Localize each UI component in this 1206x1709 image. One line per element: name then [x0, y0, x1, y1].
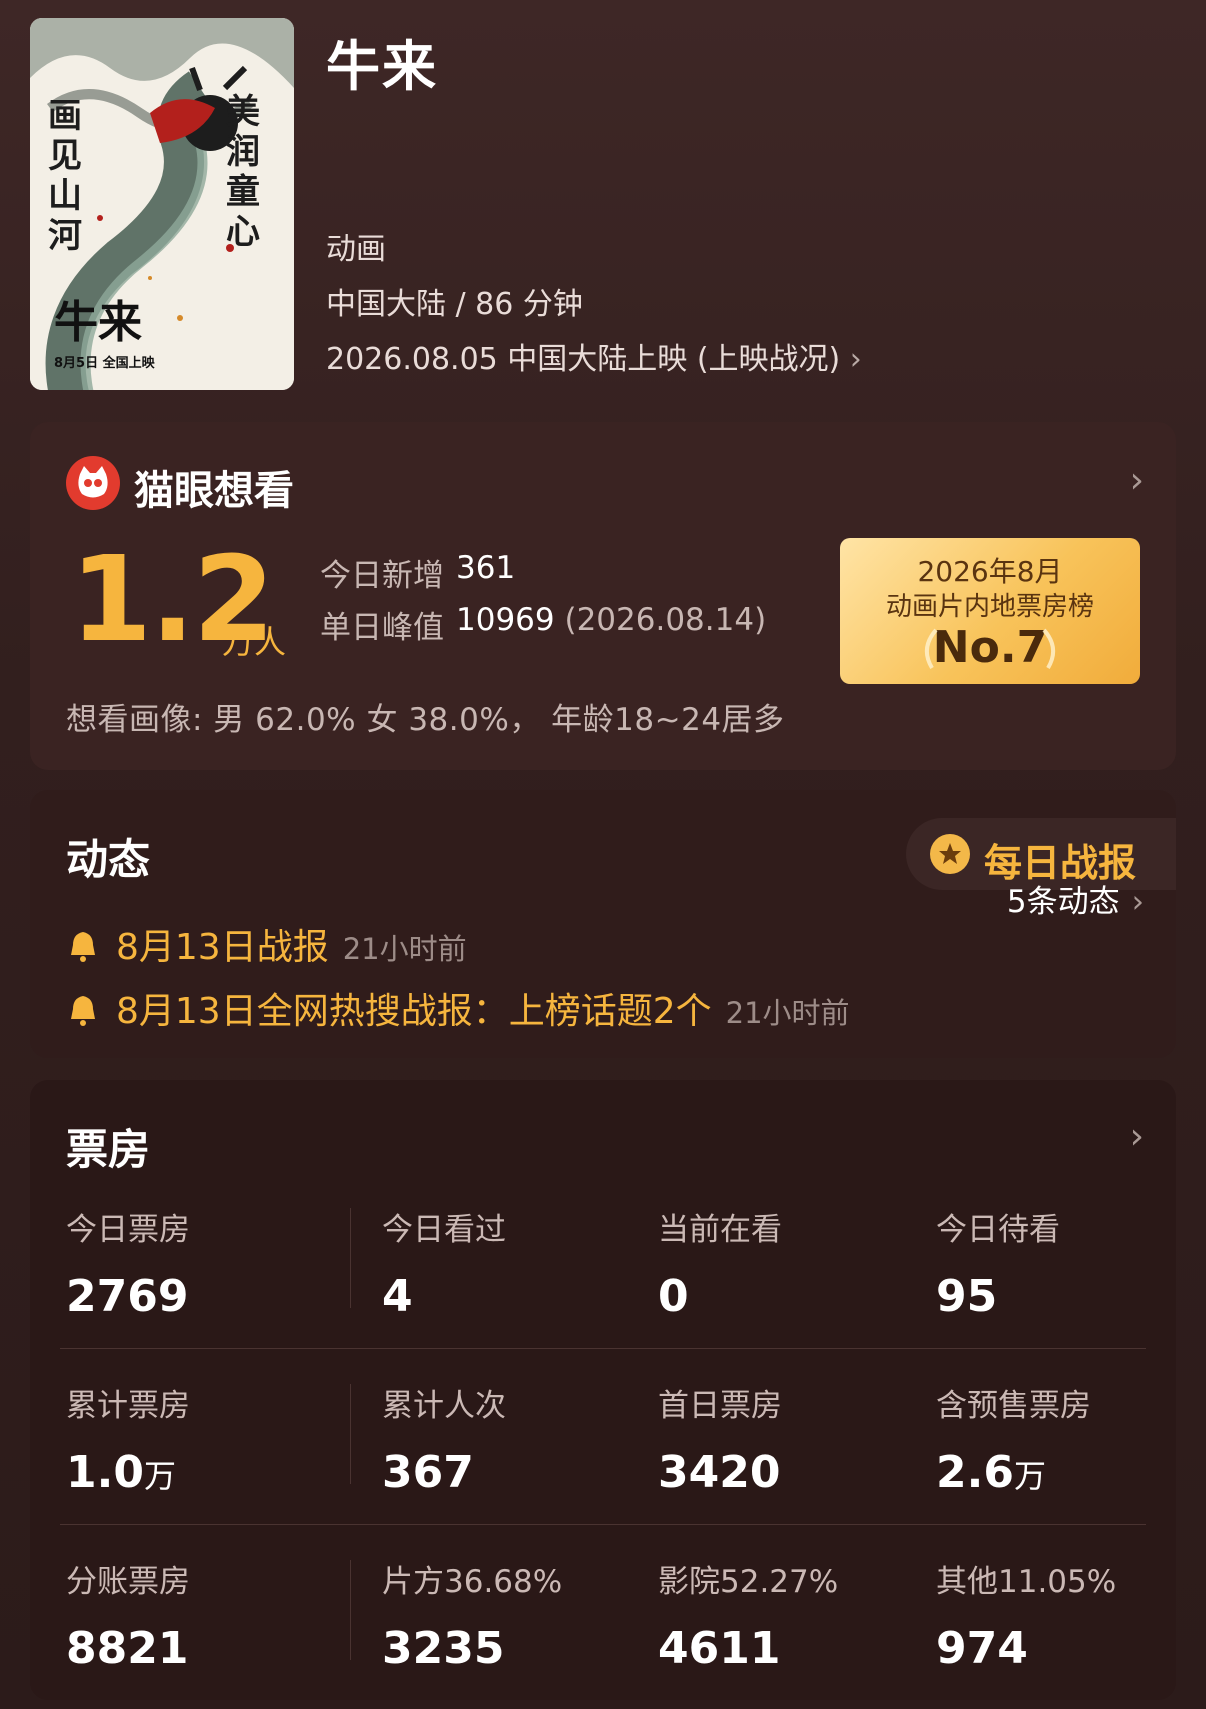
- stat-total-box-office: 累计票房 1.0万: [66, 1380, 190, 1498]
- today-new-value: 361: [456, 550, 516, 586]
- news-item[interactable]: 8月13日战报 21小时前: [66, 918, 467, 970]
- stat-value: 2769: [66, 1271, 189, 1322]
- chevron-right-icon[interactable]: ›: [1130, 1116, 1144, 1157]
- stat-value: 95: [936, 1271, 998, 1322]
- movie-region-duration: 中国大陆 / 86 分钟: [326, 287, 583, 322]
- stat-other-share: 其他11.05% 974: [936, 1556, 1116, 1674]
- stat-split-box-office: 分账票房 8821: [66, 1556, 190, 1674]
- stat-value: 3235: [382, 1623, 505, 1674]
- row-divider: [60, 1524, 1146, 1525]
- divider: [350, 1560, 351, 1660]
- stat-value: 4: [382, 1271, 413, 1322]
- peak-date: (2026.08.14): [564, 602, 767, 638]
- box-office-title: 票房: [66, 1125, 151, 1174]
- news-item-time: 21小时前: [725, 996, 850, 1030]
- laurel-left-icon: [924, 628, 938, 670]
- stat-label: 分账票房: [66, 1564, 190, 1600]
- peak-label: 单日峰值: [320, 610, 444, 646]
- laurel-right-icon: [1042, 628, 1056, 670]
- stat-label: 今日看过: [382, 1212, 506, 1248]
- bell-icon: [71, 932, 95, 962]
- wish-title: 猫眼想看: [134, 468, 294, 514]
- stat-value: 367: [382, 1447, 474, 1498]
- peak-value: 10969: [456, 602, 555, 638]
- stat-value: 2.6万: [936, 1447, 1046, 1498]
- news-item[interactable]: 8月13日全网热搜战报：上榜话题2个 21小时前: [66, 982, 850, 1034]
- stat-label: 累计票房: [66, 1388, 190, 1424]
- stat-label: 片方36.68%: [382, 1564, 563, 1600]
- stat-value: 0: [658, 1271, 689, 1322]
- stat-label: 当前在看: [658, 1212, 782, 1248]
- stat-first-day: 首日票房 3420: [658, 1380, 782, 1498]
- wish-card[interactable]: 猫眼想看 › 1.2 万人 今日新增 361 单日峰值 10969 (2026.…: [30, 422, 1176, 770]
- poster-left-text: 画见山河: [48, 96, 82, 256]
- chevron-right-icon[interactable]: ›: [1130, 460, 1144, 501]
- stat-cinema-share: 影院52.27% 4611: [658, 1556, 838, 1674]
- today-new-label: 今日新增: [320, 558, 444, 594]
- poster-right-text: 美润童心: [226, 92, 260, 252]
- row-divider: [60, 1348, 1146, 1349]
- movie-title: 牛来: [326, 35, 438, 98]
- chevron-right-icon: ›: [1131, 884, 1144, 920]
- stat-value: 974: [936, 1623, 1028, 1674]
- badge-period: 2026年8月: [917, 555, 1063, 588]
- movie-release-link[interactable]: 2026.08.05 中国大陆上映 (上映战况) ›: [326, 334, 862, 378]
- stat-label: 累计人次: [382, 1388, 506, 1424]
- ranking-badge[interactable]: 2026年8月 动画片内地票房榜 No.7: [840, 538, 1140, 684]
- news-item-time: 21小时前: [342, 932, 467, 966]
- medal-icon: [930, 834, 970, 874]
- stat-to-watch-today: 今日待看 95: [936, 1204, 1060, 1322]
- divider: [350, 1208, 351, 1308]
- stat-label: 今日待看: [936, 1212, 1060, 1248]
- stat-value: 3420: [658, 1447, 781, 1498]
- badge-rank: No.7: [932, 622, 1048, 673]
- wish-unit: 万人: [222, 623, 287, 661]
- stat-value: 1.0万: [66, 1447, 176, 1498]
- box-office-card[interactable]: 票房 › 今日票房 2769 今日看过 4 当前在看 0 今日待看 95 累计票…: [30, 1080, 1176, 1700]
- stat-label: 含预售票房: [936, 1388, 1091, 1424]
- movie-release: 2026.08.05 中国大陆上映 (上映战况): [326, 342, 841, 377]
- stat-presale-box-office: 含预售票房 2.6万: [936, 1380, 1091, 1498]
- poster-logo: 牛来: [54, 297, 142, 348]
- movie-poster[interactable]: 画见山河 美润童心 牛来 8月5日 全国上映: [30, 18, 294, 390]
- bell-icon: [71, 996, 95, 1026]
- stat-label: 今日票房: [66, 1212, 190, 1248]
- maoyan-cat-icon: [66, 456, 120, 510]
- news-item-text: 8月13日全网热搜战报：上榜话题2个: [116, 991, 712, 1032]
- more-news-link[interactable]: 5条动态 ›: [1007, 876, 1144, 921]
- stat-total-admissions: 累计人次 367: [382, 1380, 506, 1498]
- stat-watching-now: 当前在看 0: [658, 1204, 782, 1322]
- movie-genre: 动画: [326, 232, 386, 267]
- news-item-text: 8月13日战报: [116, 927, 329, 968]
- stat-today-watched: 今日看过 4: [382, 1204, 506, 1322]
- stat-producer-share: 片方36.68% 3235: [382, 1556, 562, 1674]
- divider: [350, 1384, 351, 1484]
- poster-date: 8月5日 全国上映: [54, 356, 155, 371]
- stat-label: 首日票房: [658, 1388, 782, 1424]
- news-title: 动态: [66, 835, 151, 884]
- stat-value: 8821: [66, 1623, 189, 1674]
- chevron-right-icon: ›: [849, 342, 862, 377]
- wish-portrait: 想看画像: 男 62.0% 女 38.0%， 年龄18~24居多: [66, 702, 785, 738]
- more-news-label: 5条动态: [1006, 884, 1120, 920]
- badge-category: 动画片内地票房榜: [885, 592, 1094, 622]
- stat-value: 4611: [658, 1623, 781, 1674]
- stat-label: 影院52.27%: [658, 1564, 839, 1600]
- stat-today-box-office: 今日票房 2769: [66, 1204, 190, 1322]
- news-card: 动态 每日战报 8月13日战报 21小时前 8月13日全网热搜战报：上榜话题2个 2…: [30, 790, 1176, 1058]
- stat-label: 其他11.05%: [936, 1564, 1117, 1600]
